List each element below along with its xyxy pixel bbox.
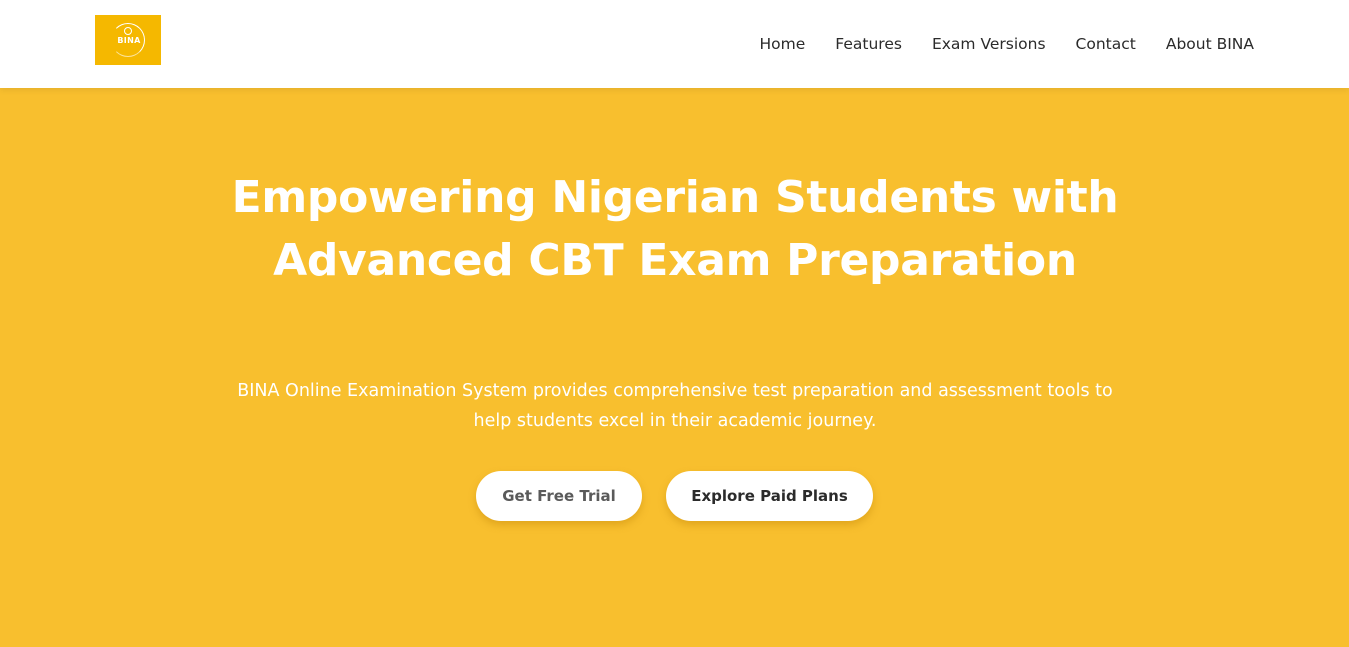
nav-exam-versions[interactable]: Exam Versions: [932, 35, 1046, 53]
bina-logo[interactable]: BINA: [95, 15, 161, 65]
hero-title: Empowering Nigerian Students with Advanc…: [231, 172, 1119, 286]
logo-badge-icon: BINA: [111, 23, 145, 57]
nav-home[interactable]: Home: [760, 35, 806, 53]
top-navbar: BINA Home Features Exam Versions Contact…: [0, 0, 1349, 88]
hero-subtitle: BINA Online Examination System provides …: [237, 381, 1113, 431]
main-nav: Home Features Exam Versions Contact Abou…: [760, 0, 1254, 88]
logo-text: BINA: [117, 36, 141, 45]
get-free-trial-button[interactable]: Get Free Trial: [476, 471, 642, 521]
hero-section: Empowering Nigerian Students with Advanc…: [0, 88, 1349, 647]
logo-globe-icon: [124, 27, 132, 35]
nav-features[interactable]: Features: [835, 35, 902, 53]
nav-about-bina[interactable]: About BINA: [1166, 35, 1254, 53]
explore-paid-plans-button[interactable]: Explore Paid Plans: [666, 471, 873, 521]
nav-contact[interactable]: Contact: [1076, 35, 1136, 53]
